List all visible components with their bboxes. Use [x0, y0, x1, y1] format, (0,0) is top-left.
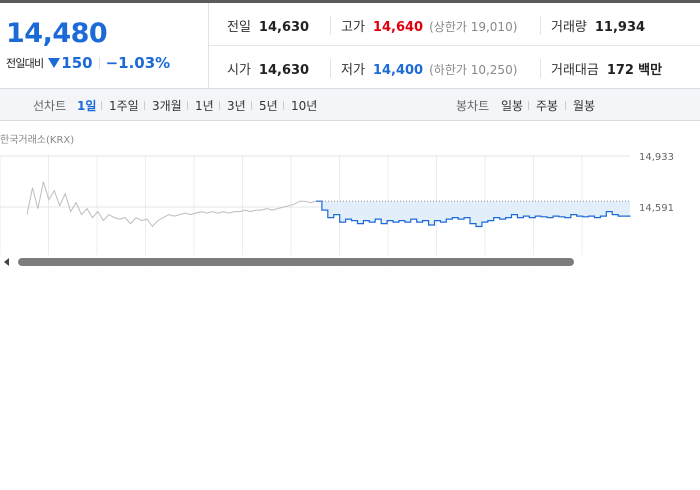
change-value: 150 — [61, 54, 93, 72]
prev-close-value: 14,630 — [258, 20, 310, 35]
divider — [187, 101, 188, 110]
volume-value: 11,934 — [594, 20, 646, 35]
change-label: 전일대비 — [6, 57, 44, 70]
y-tick-label: 14,591 — [639, 203, 674, 214]
divider — [101, 101, 102, 110]
info-row: 시가 14,630 저가 14,400 (하한가 10,250) 거래대금 172 백만 — [209, 46, 700, 88]
prev-close-label: 전일 — [227, 20, 251, 35]
price-change: 전일대비 150 −1.03% — [6, 54, 170, 72]
low-price: 저가 14,400 (하한가 10,250) — [330, 59, 517, 78]
divider — [144, 101, 145, 110]
high-value: 14,640 — [372, 20, 424, 35]
low-value: 14,400 — [372, 63, 424, 78]
divider — [565, 101, 566, 110]
period-10y[interactable]: 10년 — [291, 97, 317, 114]
current-price-box: 14,480 전일대비 150 −1.03% — [0, 3, 209, 88]
divider — [283, 101, 284, 110]
open-value: 14,630 — [258, 63, 310, 78]
intraday-chart[interactable]: 14,93314,59114,249 — [0, 120, 700, 270]
lower-limit: (하한가 10,250) — [429, 63, 518, 77]
volume-label: 거래량 — [551, 20, 587, 35]
period-5y[interactable]: 5년 — [259, 97, 278, 114]
current-price: 14,480 — [6, 18, 108, 49]
period-3m[interactable]: 3개월 — [152, 97, 182, 114]
down-triangle-icon — [48, 58, 61, 68]
candle-weekly[interactable]: 주봉 — [536, 97, 558, 114]
prev-close: 전일 14,630 — [227, 16, 309, 35]
candle-monthly[interactable]: 월봉 — [573, 97, 595, 114]
trade-amount: 거래대금 172 백만 — [540, 59, 662, 78]
open-label: 시가 — [227, 63, 251, 78]
amount-value: 172 — [606, 63, 634, 78]
price-chart-area: 한국거래소(KRX) 14,93314,59114,249 — [0, 120, 700, 270]
scroll-left-arrow-icon[interactable] — [4, 258, 9, 266]
divider — [251, 101, 252, 110]
change-rate: −1.03% — [105, 54, 171, 72]
line-chart-label: 선차트 — [33, 99, 67, 113]
period-1d[interactable]: 1일 — [77, 97, 96, 114]
amount-unit: 백만 — [638, 63, 663, 78]
high-price: 고가 14,640 (상한가 19,010) — [330, 16, 517, 35]
scroll-thumb[interactable] — [18, 258, 574, 266]
y-tick-label: 14,933 — [639, 152, 674, 163]
high-label: 고가 — [341, 20, 365, 35]
candle-chart-label: 봉차트 — [456, 99, 490, 113]
chart-toolbar: 선차트 1일 1주일 3개월 1년 3년 5년 10년 봉차트 일봉 주봉 월봉 — [0, 88, 700, 121]
divider — [98, 57, 100, 69]
chart-scrollbar[interactable] — [0, 255, 700, 269]
divider — [528, 101, 529, 110]
series-line-previous — [26, 181, 317, 228]
period-3y[interactable]: 3년 — [227, 97, 246, 114]
period-1y[interactable]: 1년 — [195, 97, 214, 114]
upper-limit: (상한가 19,010) — [429, 20, 518, 34]
quote-info-table: 전일 14,630 고가 14,640 (상한가 19,010) 거래량 11,934 … — [209, 3, 700, 88]
amount-label: 거래대금 — [551, 63, 599, 78]
info-row: 전일 14,630 고가 14,640 (상한가 19,010) 거래량 11,934 — [209, 3, 700, 46]
volume: 거래량 11,934 — [540, 16, 645, 35]
candle-daily[interactable]: 일봉 — [501, 97, 523, 114]
open-price: 시가 14,630 — [227, 59, 309, 78]
period-1w[interactable]: 1주일 — [109, 97, 139, 114]
divider — [219, 101, 220, 110]
low-label: 저가 — [341, 63, 365, 78]
